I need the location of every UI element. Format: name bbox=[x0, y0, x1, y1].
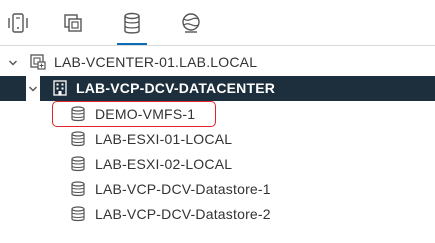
tree-node-label: LAB-VCP-DCV-Datastore-2 bbox=[95, 206, 271, 222]
chevron-down-icon[interactable] bbox=[6, 50, 20, 75]
tree-node-datastore[interactable]: LAB-VCP-DCV-Datastore-2 bbox=[0, 202, 435, 227]
tab-networking[interactable] bbox=[176, 12, 206, 45]
tree-node-datastore[interactable]: LAB-VCP-DCV-Datastore-1 bbox=[0, 177, 435, 202]
datastore-icon bbox=[70, 131, 86, 147]
tab-bar-divider bbox=[0, 45, 435, 46]
tree-node-datastore[interactable]: LAB-ESXI-01-LOCAL bbox=[0, 127, 435, 152]
tree-node-label: LAB-ESXI-01-LOCAL bbox=[95, 131, 233, 147]
networking-icon bbox=[182, 13, 200, 33]
datastore-icon bbox=[70, 181, 86, 197]
tree-node-label: LAB-VCP-DCV-DATACENTER bbox=[76, 80, 276, 96]
highlight-annotation bbox=[52, 101, 216, 127]
datastore-icon bbox=[70, 156, 86, 172]
tab-storage[interactable] bbox=[117, 12, 147, 46]
tree-node-label: LAB-ESXI-02-LOCAL bbox=[95, 156, 233, 172]
vcenter-icon bbox=[30, 54, 46, 70]
tree-node-datacenter[interactable]: LAB-VCP-DCV-DATACENTER bbox=[0, 76, 435, 101]
datacenter-icon bbox=[52, 80, 68, 96]
vms-templates-icon bbox=[64, 14, 82, 32]
storage-icon bbox=[124, 12, 140, 34]
navigator-panel: LAB-VCENTER-01.LAB.LOCAL LAB-VCP-DCV-DAT… bbox=[0, 0, 435, 243]
hosts-clusters-icon bbox=[8, 13, 28, 33]
tree-node-datastore[interactable]: LAB-ESXI-02-LOCAL bbox=[0, 152, 435, 177]
datastore-icon bbox=[70, 206, 86, 222]
tree-node-vcenter[interactable]: LAB-VCENTER-01.LAB.LOCAL bbox=[0, 50, 435, 75]
tab-vms-and-templates[interactable] bbox=[58, 12, 88, 45]
chevron-down-icon[interactable] bbox=[26, 76, 40, 101]
tab-hosts-and-clusters[interactable] bbox=[3, 12, 33, 45]
tree-node-label: LAB-VCP-DCV-Datastore-1 bbox=[95, 181, 271, 197]
tree-node-label: LAB-VCENTER-01.LAB.LOCAL bbox=[54, 54, 258, 70]
navigator-tab-bar bbox=[0, 0, 435, 46]
